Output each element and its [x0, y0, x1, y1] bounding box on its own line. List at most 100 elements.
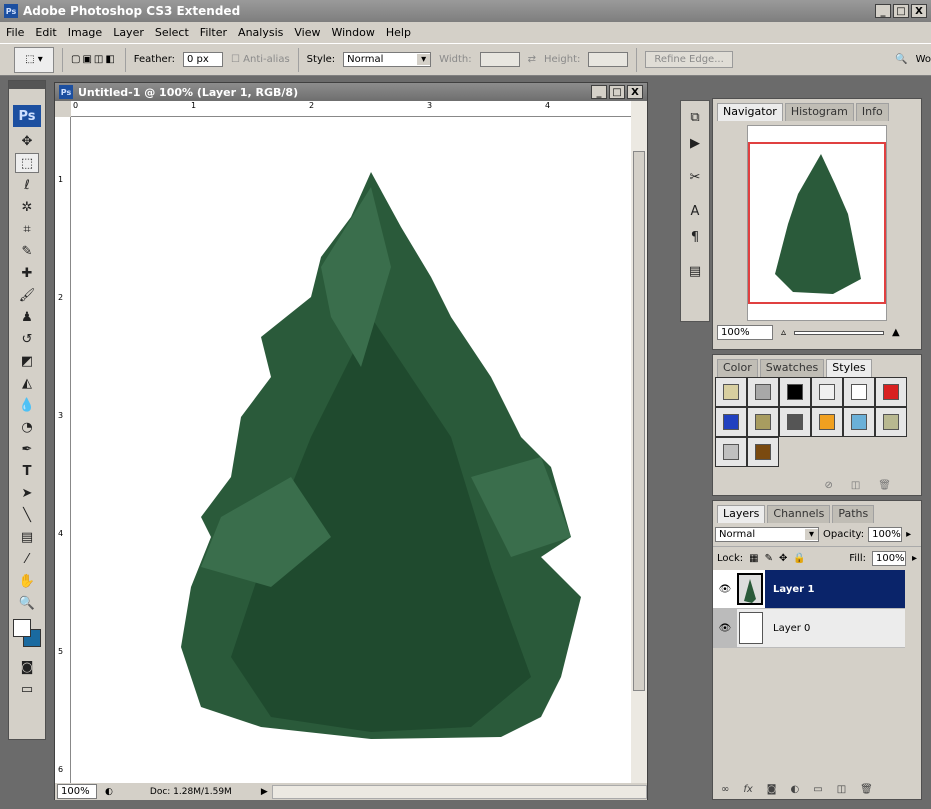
hand-tool-icon[interactable]: ✋ [15, 571, 39, 591]
style-swatch[interactable] [715, 407, 747, 437]
layer-mask-icon[interactable]: ◙ [767, 784, 777, 795]
type-tool-icon[interactable]: T [15, 461, 39, 481]
layer-row-layer-1[interactable]: 👁 Layer 1 [713, 570, 905, 609]
style-swatch[interactable] [843, 407, 875, 437]
delete-icon[interactable]: 🗑 [878, 480, 891, 491]
tab-color[interactable]: Color [717, 359, 758, 377]
menu-help[interactable]: Help [386, 26, 411, 39]
line-tool-icon[interactable]: ╲ [15, 505, 39, 525]
tab-navigator[interactable]: Navigator [717, 103, 783, 121]
menu-filter[interactable]: Filter [200, 26, 227, 39]
menu-window[interactable]: Window [331, 26, 374, 39]
close-button[interactable]: X [911, 4, 927, 18]
zoom-out-icon[interactable]: ▵ [781, 327, 786, 338]
tab-paths[interactable]: Paths [832, 505, 875, 523]
marquee-preset-picker[interactable]: ⬚ ▾ [14, 46, 54, 73]
style-swatch[interactable] [747, 437, 779, 467]
lock-transparency-icon[interactable]: ▦ [749, 553, 758, 564]
workspace-menu[interactable]: Wo [916, 54, 931, 65]
style-swatch[interactable] [779, 407, 811, 437]
history-panel-icon[interactable]: ⧉ [683, 107, 707, 127]
lock-position-icon[interactable]: ✥ [779, 553, 787, 564]
layer-row-layer-0[interactable]: 👁 Layer 0 [713, 609, 905, 648]
swap-icon[interactable]: ⇄ [528, 54, 536, 65]
menu-file[interactable]: File [6, 26, 24, 39]
menu-image[interactable]: Image [68, 26, 102, 39]
clear-style-icon[interactable]: ⊘ [824, 480, 832, 491]
zoom-slider[interactable] [794, 330, 885, 335]
blend-mode-select[interactable]: Normal ▾ [715, 527, 819, 542]
opacity-input[interactable]: 100% [868, 527, 903, 542]
lasso-tool-icon[interactable]: ℓ [15, 175, 39, 195]
navigator-zoom-input[interactable]: 100% [717, 325, 773, 340]
scroll-thumb[interactable] [633, 151, 645, 691]
tab-channels[interactable]: Channels [767, 505, 831, 523]
style-select[interactable]: Normal ▾ [343, 52, 432, 67]
pen-tool-icon[interactable]: ✒ [15, 439, 39, 459]
status-menu-arrow[interactable]: ▶ [261, 787, 268, 797]
menu-analysis[interactable]: Analysis [238, 26, 283, 39]
link-layers-icon[interactable]: ∞ [721, 784, 729, 795]
height-input[interactable] [588, 52, 629, 67]
visibility-eye-icon[interactable]: 👁 [713, 584, 737, 595]
refine-edge-button[interactable]: Refine Edge... [645, 51, 733, 68]
document-title-bar[interactable]: Ps Untitled-1 @ 100% (Layer 1, RGB/8) _ □… [55, 83, 647, 101]
new-layer-icon[interactable]: ◫ [837, 784, 846, 795]
style-swatch[interactable] [843, 377, 875, 407]
style-swatch[interactable] [811, 377, 843, 407]
menu-layer[interactable]: Layer [113, 26, 144, 39]
tab-styles[interactable]: Styles [826, 359, 872, 377]
maximize-button[interactable]: □ [893, 4, 909, 18]
foreground-color[interactable] [13, 619, 31, 637]
eraser-tool-icon[interactable]: ◩ [15, 351, 39, 371]
tab-info[interactable]: Info [855, 103, 889, 121]
tool-presets-icon[interactable]: ✂ [683, 167, 707, 187]
bridge-icon[interactable]: 🔍 [895, 54, 907, 65]
vertical-scrollbar[interactable] [631, 101, 647, 783]
clone-stamp-icon[interactable]: ♟ [15, 307, 39, 327]
screen-mode-icon[interactable]: ▭ [15, 679, 39, 699]
move-tool-icon[interactable]: ✥ [15, 131, 39, 151]
healing-brush-icon[interactable]: ✚ [15, 263, 39, 283]
antialias-checkbox[interactable]: ☐ Anti-alias [231, 54, 290, 65]
style-swatch[interactable] [779, 377, 811, 407]
zoom-tool-icon[interactable]: 🔍 [15, 593, 39, 613]
selection-mode-buttons[interactable]: ▢▣◫◧ [71, 54, 117, 65]
style-swatch[interactable] [715, 437, 747, 467]
toolbox-grip[interactable] [9, 81, 45, 89]
doc-maximize-button[interactable]: □ [609, 85, 625, 99]
notes-tool-icon[interactable]: ▤ [15, 527, 39, 547]
style-swatch[interactable] [811, 407, 843, 437]
lock-all-icon[interactable]: 🔒 [793, 553, 805, 564]
style-swatch[interactable] [875, 377, 907, 407]
style-swatch[interactable] [747, 407, 779, 437]
character-panel-icon[interactable]: A [683, 201, 707, 221]
actions-panel-icon[interactable]: ▶ [683, 133, 707, 153]
zoom-in-icon[interactable]: ▲ [892, 327, 900, 338]
history-brush-icon[interactable]: ↺ [15, 329, 39, 349]
canvas[interactable] [71, 117, 631, 783]
slice-tool-icon[interactable]: ✎ [15, 241, 39, 261]
tab-histogram[interactable]: Histogram [784, 103, 854, 121]
navigator-preview[interactable] [747, 125, 887, 321]
layer-comps-icon[interactable]: ▤ [683, 261, 707, 281]
tab-layers[interactable]: Layers [717, 505, 766, 523]
width-input[interactable] [479, 52, 520, 67]
zoom-input[interactable]: 100% [57, 784, 97, 799]
crop-tool-icon[interactable]: ⌗ [15, 219, 39, 239]
marquee-tool-icon[interactable]: ⬚ [15, 153, 39, 173]
menu-view[interactable]: View [294, 26, 320, 39]
brush-tool-icon[interactable]: 🖌 [15, 285, 39, 305]
style-swatch[interactable] [747, 377, 779, 407]
path-selection-icon[interactable]: ➤ [15, 483, 39, 503]
minimize-button[interactable]: _ [875, 4, 891, 18]
horizontal-scrollbar[interactable] [271, 784, 647, 799]
adjustment-layer-icon[interactable]: ◐ [791, 784, 800, 795]
menu-edit[interactable]: Edit [35, 26, 56, 39]
delete-layer-icon[interactable]: 🗑 [860, 784, 873, 795]
blur-tool-icon[interactable]: 💧 [15, 395, 39, 415]
eyedropper-icon[interactable]: ⁄ [15, 549, 39, 569]
visibility-eye-icon[interactable]: 👁 [713, 609, 737, 647]
lock-pixels-icon[interactable]: ✎ [765, 553, 773, 564]
paragraph-panel-icon[interactable]: ¶ [683, 227, 707, 247]
